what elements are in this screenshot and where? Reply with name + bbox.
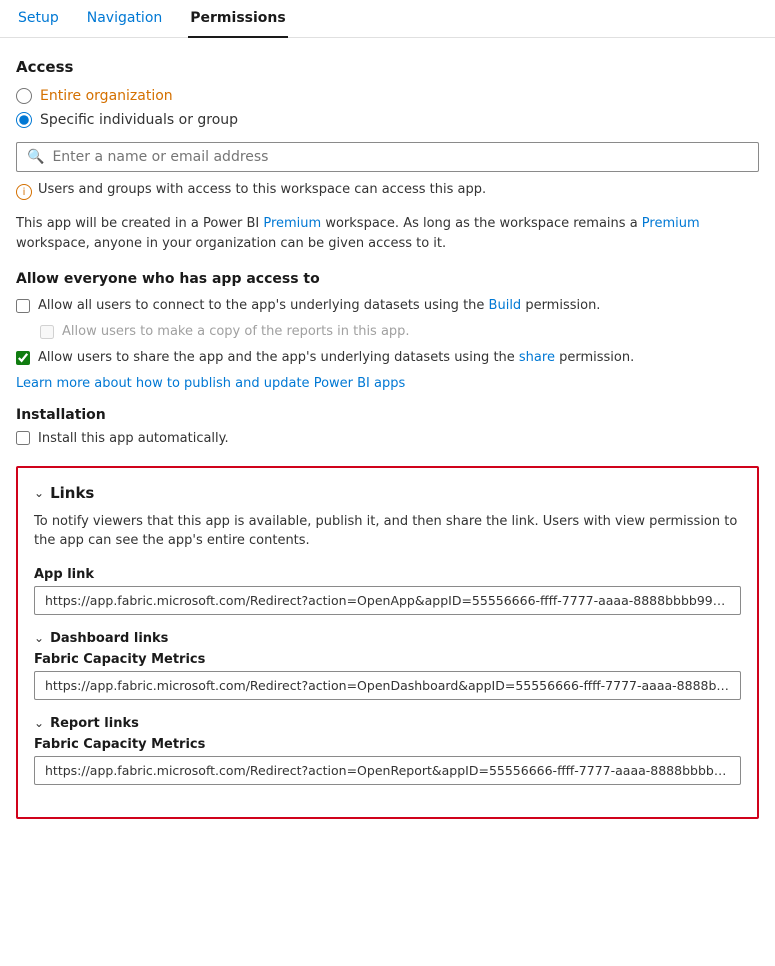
links-title: Links <box>50 484 94 502</box>
copy-label: Allow users to make a copy of the report… <box>62 323 410 341</box>
dashboard-item-name: Fabric Capacity Metrics <box>34 652 741 667</box>
app-link-label: App link <box>34 567 741 582</box>
tab-permissions[interactable]: Permissions <box>188 0 287 38</box>
share-permission-item[interactable]: Allow users to share the app and the app… <box>16 349 759 367</box>
links-header: ⌄ Links <box>34 484 741 502</box>
dashboard-url[interactable]: https://app.fabric.microsoft.com/Redirec… <box>34 671 741 700</box>
app-link-subsection: App link https://app.fabric.microsoft.co… <box>34 567 741 615</box>
share-checkbox[interactable] <box>16 351 30 365</box>
entire-org-label: Entire organization <box>40 88 173 104</box>
dashboard-chevron-icon[interactable]: ⌄ <box>34 631 44 645</box>
share-link[interactable]: share <box>519 350 555 365</box>
premium-notice: This app will be created in a Power BI P… <box>16 214 759 253</box>
dashboard-links-subsection: ⌄ Dashboard links Fabric Capacity Metric… <box>34 631 741 700</box>
install-label: Install this app automatically. <box>38 431 229 446</box>
entire-org-option[interactable]: Entire organization <box>16 88 759 104</box>
specific-label: Specific individuals or group <box>40 112 238 128</box>
links-section: ⌄ Links To notify viewers that this app … <box>16 466 759 819</box>
links-chevron-icon[interactable]: ⌄ <box>34 486 44 500</box>
report-links-header: ⌄ Report links <box>34 716 741 731</box>
copy-checkbox[interactable] <box>40 325 54 339</box>
report-chevron-icon[interactable]: ⌄ <box>34 716 44 730</box>
report-item-name: Fabric Capacity Metrics <box>34 737 741 752</box>
dashboard-links-header: ⌄ Dashboard links <box>34 631 741 646</box>
access-radio-group: Entire organization Specific individuals… <box>16 88 759 128</box>
allow-section-title: Allow everyone who has app access to <box>16 271 759 287</box>
copy-reports-item[interactable]: Allow users to make a copy of the report… <box>40 323 759 341</box>
links-description: To notify viewers that this app is avail… <box>34 512 741 551</box>
build-permission-item[interactable]: Allow all users to connect to the app's … <box>16 297 759 315</box>
share-label: Allow users to share the app and the app… <box>38 349 634 367</box>
build-label: Allow all users to connect to the app's … <box>38 297 600 315</box>
install-checkbox[interactable] <box>16 431 30 445</box>
report-links-subsection: ⌄ Report links Fabric Capacity Metrics h… <box>34 716 741 785</box>
main-content: Access Entire organization Specific indi… <box>0 38 775 839</box>
search-input[interactable] <box>52 149 748 165</box>
install-checkbox-item[interactable]: Install this app automatically. <box>16 431 759 446</box>
entire-org-radio[interactable] <box>16 88 32 104</box>
learn-more-link[interactable]: Learn more about how to publish and upda… <box>16 376 759 391</box>
search-icon: 🔍 <box>27 149 44 165</box>
tab-bar: Setup Navigation Permissions <box>0 0 775 38</box>
tab-setup[interactable]: Setup <box>16 0 61 38</box>
build-checkbox[interactable] <box>16 299 30 313</box>
specific-radio[interactable] <box>16 112 32 128</box>
workspace-info-text: Users and groups with access to this wor… <box>38 182 486 197</box>
dashboard-links-title: Dashboard links <box>50 631 168 646</box>
workspace-info-row: i Users and groups with access to this w… <box>16 182 759 200</box>
info-icon: i <box>16 184 32 200</box>
report-url[interactable]: https://app.fabric.microsoft.com/Redirec… <box>34 756 741 785</box>
search-box[interactable]: 🔍 <box>16 142 759 172</box>
installation-title: Installation <box>16 407 759 423</box>
report-links-title: Report links <box>50 716 139 731</box>
access-title: Access <box>16 58 759 76</box>
tab-navigation[interactable]: Navigation <box>85 0 165 38</box>
build-link[interactable]: Build <box>489 298 522 313</box>
app-link-url[interactable]: https://app.fabric.microsoft.com/Redirec… <box>34 586 741 615</box>
specific-option[interactable]: Specific individuals or group <box>16 112 759 128</box>
